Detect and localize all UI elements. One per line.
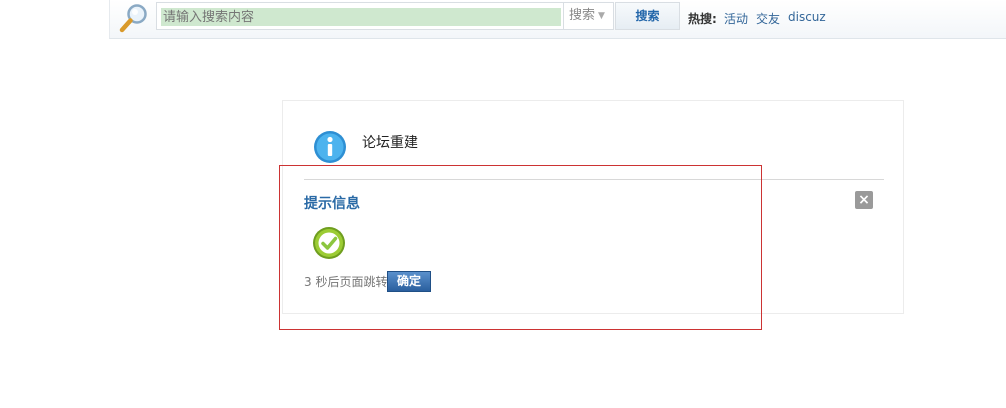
search-type-label: 搜索 [569, 8, 596, 23]
panel-title: 论坛重建 [362, 135, 418, 151]
search-input-box [156, 2, 564, 30]
hot-link-discuz[interactable]: discuz [788, 10, 826, 24]
check-icon [313, 227, 345, 259]
search-type-select[interactable]: 搜索 ▼ [564, 2, 614, 30]
magnifier-icon[interactable] [118, 2, 150, 34]
highlight-frame [279, 165, 762, 330]
hot-link-dating[interactable]: 交友 [756, 10, 780, 27]
hot-link-activity[interactable]: 活动 [724, 10, 748, 27]
redirect-countdown-text: 3 秒后页面跳转 [304, 275, 388, 289]
dialog-title: 提示信息 [304, 196, 360, 212]
search-input[interactable] [161, 8, 561, 26]
info-icon [314, 131, 346, 163]
search-button[interactable]: 搜索 [615, 2, 680, 30]
confirm-button[interactable]: 确定 [387, 271, 431, 292]
close-icon[interactable]: × [855, 191, 873, 209]
hot-search-label: 热搜: [688, 12, 717, 26]
search-bar: 搜索▼ 搜索 热搜: 活动 交友 discuz [109, 0, 1006, 39]
chevron-down-icon: ▼ [598, 11, 605, 21]
